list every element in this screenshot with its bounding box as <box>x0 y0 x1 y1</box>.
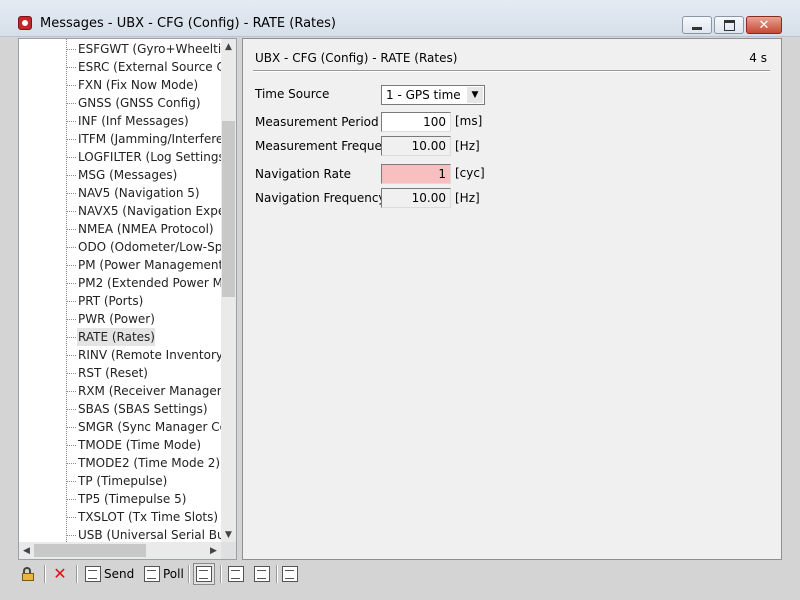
message-tree-panel: ESFGWT (Gyro+Wheeltick)ESRC (External So… <box>18 38 237 560</box>
tree-item[interactable]: FXN (Fix Now Mode) <box>66 76 198 94</box>
navigation-rate-label: Navigation Rate <box>255 167 352 181</box>
send-document-icon <box>85 566 101 582</box>
tree-item[interactable]: ITFM (Jamming/Interferenc <box>67 130 221 148</box>
poll-label: Poll <box>163 567 184 581</box>
tree-item[interactable]: TP5 (Timepulse 5) <box>66 490 186 508</box>
load-icon <box>254 566 270 582</box>
toolbar-separator <box>44 565 46 583</box>
tree-item[interactable]: NAV5 (Navigation 5) <box>67 184 200 202</box>
tree-item[interactable]: ODO (Odometer/Low-Speed <box>67 238 221 256</box>
tree-item[interactable]: ESFGWT (Gyro+Wheeltick) <box>66 40 221 58</box>
lock-icon <box>20 566 36 582</box>
tree-item[interactable]: PWR (Power) <box>67 310 155 328</box>
tree-vertical-scrollbar[interactable]: ▲ ▼ <box>221 39 236 542</box>
scroll-down-arrow-icon[interactable]: ▼ <box>221 527 236 542</box>
tree-item[interactable]: SMGR (Sync Manager Conf <box>67 418 221 436</box>
time-source-value: 1 - GPS time <box>386 88 461 102</box>
copy-button[interactable] <box>228 563 244 585</box>
scrollbar-corner <box>221 542 236 559</box>
tree-item[interactable]: TP (Timepulse) <box>66 472 167 490</box>
navigation-frequency-unit: [Hz] <box>455 191 480 205</box>
navigation-rate-input[interactable]: 1 <box>381 164 451 184</box>
toolbar-separator <box>188 565 190 583</box>
tree-item[interactable]: ESRC (External Source Conf <box>67 58 221 76</box>
save-button[interactable] <box>282 563 298 585</box>
scroll-up-arrow-icon[interactable]: ▲ <box>221 39 236 54</box>
navigation-rate-unit: [cyc] <box>455 166 485 180</box>
tree-guide-line <box>66 39 67 542</box>
tree-item[interactable]: TMODE2 (Time Mode 2) <box>66 454 220 472</box>
minimize-button[interactable] <box>682 16 712 34</box>
toolbar-separator <box>76 565 78 583</box>
message-header: UBX - CFG (Config) - RATE (Rates) <box>255 51 458 65</box>
auto-poll-toggle[interactable] <box>193 563 215 585</box>
tree-item[interactable]: INF (Inf Messages) <box>67 112 189 130</box>
measurement-period-input[interactable]: 100 <box>381 112 451 132</box>
scroll-right-arrow-icon[interactable]: ▶ <box>206 543 221 558</box>
poll-button[interactable]: Poll <box>144 563 184 585</box>
title-bar: Messages - UBX - CFG (Config) - RATE (Ra… <box>0 0 800 37</box>
tree-item[interactable]: RINV (Remote Inventory) <box>67 346 221 364</box>
bottom-toolbar: ✕ Send Poll <box>18 563 782 585</box>
tree-item[interactable]: PRT (Ports) <box>66 292 143 310</box>
app-icon[interactable] <box>18 16 32 30</box>
send-button[interactable]: Send <box>85 563 134 585</box>
measurement-period-unit: [ms] <box>455 114 483 128</box>
poll-icon <box>144 566 160 582</box>
delete-x-icon: ✕ <box>53 564 67 583</box>
tree-item[interactable]: NMEA (NMEA Protocol) <box>67 220 214 238</box>
tree-item[interactable]: PM (Power Management) <box>67 256 221 274</box>
close-button[interactable]: ✕ <box>746 16 782 34</box>
measurement-frequency-value: 10.00 <box>381 136 451 156</box>
close-icon: ✕ <box>758 17 770 33</box>
lock-button[interactable] <box>20 563 36 585</box>
measurement-frequency-unit: [Hz] <box>455 139 480 153</box>
maximize-icon <box>723 19 735 31</box>
tree-horizontal-scrollbar[interactable]: ◀ ▶ <box>19 542 221 559</box>
minimize-icon <box>692 26 702 30</box>
tree-item[interactable]: GNSS (GNSS Config) <box>67 94 201 112</box>
tree-item[interactable]: NAVX5 (Navigation Expert S <box>66 202 221 220</box>
message-age: 4 s <box>749 51 767 65</box>
window-title: Messages - UBX - CFG (Config) - RATE (Ra… <box>40 16 336 31</box>
measurement-period-label: Measurement Period <box>255 115 379 129</box>
tree-item[interactable]: MSG (Messages) <box>66 166 177 184</box>
scroll-left-arrow-icon[interactable]: ◀ <box>19 543 34 558</box>
tree-item[interactable]: TMODE (Time Mode) <box>66 436 201 454</box>
copy-icon <box>228 566 244 582</box>
tree-item-selected[interactable]: RATE (Rates) <box>67 328 155 346</box>
toolbar-separator <box>276 565 278 583</box>
tree-horizontal-scroll-thumb[interactable] <box>34 544 146 557</box>
auto-poll-icon <box>196 566 212 582</box>
maximize-button[interactable] <box>714 16 744 34</box>
header-divider <box>253 70 770 72</box>
tree-vertical-scroll-thumb[interactable] <box>222 121 235 297</box>
tree-item[interactable]: RST (Reset) <box>67 364 148 382</box>
navigation-frequency-value: 10.00 <box>381 188 451 208</box>
message-tree[interactable]: ESFGWT (Gyro+Wheeltick)ESRC (External So… <box>19 39 221 542</box>
time-source-select[interactable]: 1 - GPS time ▼ <box>381 85 485 105</box>
tree-item[interactable]: TXSLOT (Tx Time Slots) <box>66 508 218 526</box>
navigation-frequency-label: Navigation Frequency <box>255 191 386 205</box>
load-button[interactable] <box>254 563 270 585</box>
send-label: Send <box>104 567 135 581</box>
tree-item[interactable]: RXM (Receiver Manager) <box>66 382 221 400</box>
toolbar-separator <box>220 565 222 583</box>
save-icon <box>282 566 298 582</box>
tree-item[interactable]: SBAS (SBAS Settings) <box>67 400 208 418</box>
delete-button[interactable]: ✕ <box>52 563 68 585</box>
message-view-panel: UBX - CFG (Config) - RATE (Rates) 4 s Ti… <box>242 38 782 560</box>
tree-item[interactable]: USB (Universal Serial Bus) <box>67 526 221 542</box>
tree-item[interactable]: LOGFILTER (Log Settings) <box>66 148 221 166</box>
chevron-down-icon[interactable]: ▼ <box>467 87 483 103</box>
time-source-label: Time Source <box>255 87 330 101</box>
tree-item[interactable]: PM2 (Extended Power Man <box>67 274 221 292</box>
